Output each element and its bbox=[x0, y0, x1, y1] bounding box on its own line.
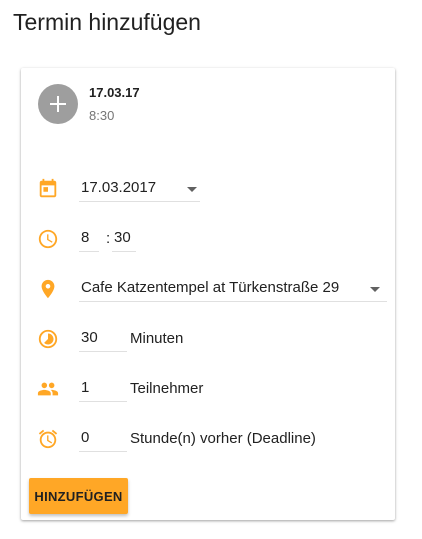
page-title: Termin hinzufügen bbox=[13, 9, 201, 35]
add-button[interactable]: HINZUFÜGEN bbox=[29, 478, 128, 514]
duration-value: 30 bbox=[81, 329, 98, 346]
summary-date: 17.03.17 bbox=[89, 85, 140, 100]
time-row: 8 : 30 bbox=[21, 222, 395, 254]
participants-row: 1 Teilnehmer bbox=[21, 372, 395, 404]
deadline-row: 0 Stunde(n) vorher (Deadline) bbox=[21, 422, 395, 454]
hour-value: 8 bbox=[81, 229, 90, 246]
deadline-value: 0 bbox=[81, 429, 90, 446]
deadline-input[interactable]: 0 bbox=[79, 426, 127, 452]
location-pin-icon bbox=[41, 279, 55, 299]
add-icon bbox=[50, 96, 66, 112]
alarm-icon bbox=[38, 429, 58, 449]
date-value: 17.03.2017 bbox=[81, 179, 157, 196]
add-avatar bbox=[38, 84, 78, 124]
minute-value: 30 bbox=[114, 229, 131, 246]
appointment-card: 17.03.17 8:30 17.03.2017 8 : 30 Cafe Kat… bbox=[21, 68, 395, 520]
participants-label: Teilnehmer bbox=[130, 380, 204, 397]
location-value: Cafe Katzentempel at Türkenstraße 29 bbox=[81, 279, 340, 296]
duration-unit: Minuten bbox=[130, 330, 184, 347]
participants-input[interactable]: 1 bbox=[79, 376, 127, 402]
clock-icon bbox=[38, 229, 58, 249]
dropdown-arrow-icon[interactable] bbox=[370, 287, 380, 292]
location-select[interactable]: Cafe Katzentempel at Türkenstraße 29 bbox=[79, 276, 387, 302]
deadline-label: Stunde(n) vorher (Deadline) bbox=[130, 430, 316, 447]
people-icon bbox=[37, 382, 59, 396]
summary-time: 8:30 bbox=[89, 108, 115, 123]
date-select[interactable]: 17.03.2017 bbox=[79, 176, 200, 202]
duration-input[interactable]: 30 bbox=[79, 326, 127, 352]
hour-input[interactable]: 8 bbox=[79, 226, 99, 252]
location-row: Cafe Katzentempel at Türkenstraße 29 bbox=[21, 272, 395, 304]
calendar-icon bbox=[39, 178, 57, 198]
timelapse-icon bbox=[38, 329, 58, 349]
date-row: 17.03.2017 bbox=[21, 172, 395, 204]
time-separator: : bbox=[106, 230, 111, 247]
duration-row: 30 Minuten bbox=[21, 322, 395, 354]
minute-input[interactable]: 30 bbox=[112, 226, 136, 252]
participants-value: 1 bbox=[81, 379, 90, 396]
dropdown-arrow-icon[interactable] bbox=[187, 187, 197, 192]
